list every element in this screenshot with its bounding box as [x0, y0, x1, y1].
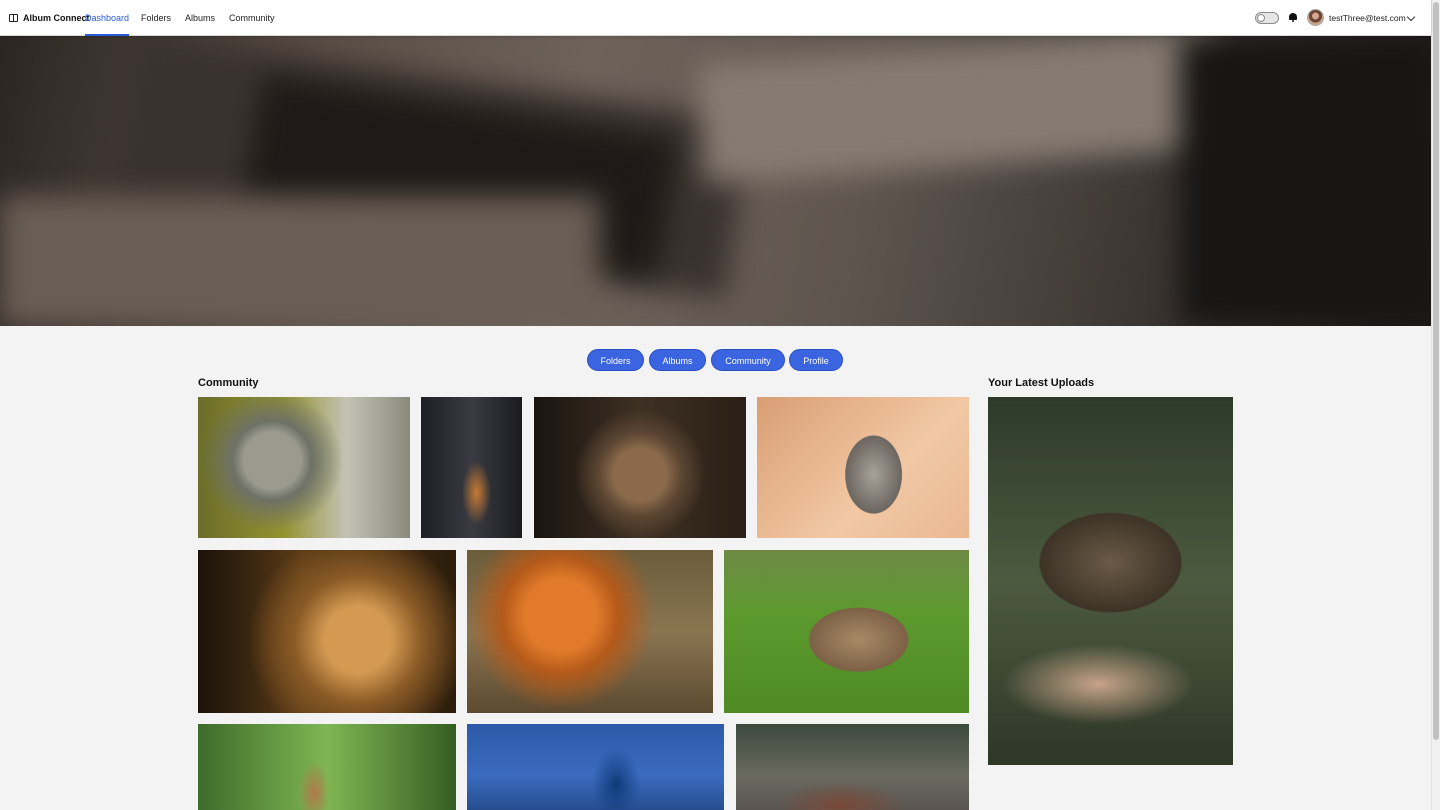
nav-albums[interactable]: Albums [185, 0, 215, 36]
photo-cat-by-chair[interactable] [421, 397, 522, 538]
photo-brown-bear[interactable] [724, 550, 969, 713]
hero-banner [0, 36, 1431, 326]
latest-uploads-title: Your Latest Uploads [988, 377, 1095, 389]
chevron-down-icon[interactable] [1406, 12, 1416, 22]
user-email[interactable]: testThree@test.com [1329, 0, 1406, 36]
theme-toggle[interactable] [1255, 12, 1279, 24]
quick-folders-button[interactable]: Folders [587, 349, 644, 371]
quick-albums-button[interactable]: Albums [649, 349, 706, 371]
photo-scottish-fold-cat[interactable] [757, 397, 969, 538]
photo-lion[interactable] [198, 550, 456, 713]
photo-monkey[interactable] [198, 397, 410, 538]
nav-folders[interactable]: Folders [141, 0, 171, 36]
app-name: Album Connect [23, 13, 90, 23]
brand[interactable]: Album Connect [9, 0, 90, 36]
book-open-icon [9, 14, 18, 22]
photo-peacock[interactable] [467, 724, 724, 810]
community-title: Community [198, 377, 259, 389]
photo-red-fox[interactable] [467, 550, 713, 713]
scrollbar-thumb[interactable] [1433, 2, 1439, 740]
quick-profile-button[interactable]: Profile [789, 349, 843, 371]
bell-icon[interactable] [1289, 13, 1297, 22]
user-avatar[interactable] [1307, 9, 1324, 26]
nav-dashboard[interactable]: Dashboard [85, 0, 130, 36]
photo-wolf[interactable] [534, 397, 746, 538]
photo-fawn-deer[interactable] [198, 724, 456, 810]
quick-community-button[interactable]: Community [711, 349, 785, 371]
nav-community[interactable]: Community [229, 0, 275, 36]
toggle-knob [1257, 14, 1265, 22]
photo-tortoise-in-hands[interactable] [988, 397, 1233, 765]
top-navbar: Album Connect Dashboard Folders Albums C… [0, 0, 1431, 36]
photo-bison[interactable] [736, 724, 969, 810]
